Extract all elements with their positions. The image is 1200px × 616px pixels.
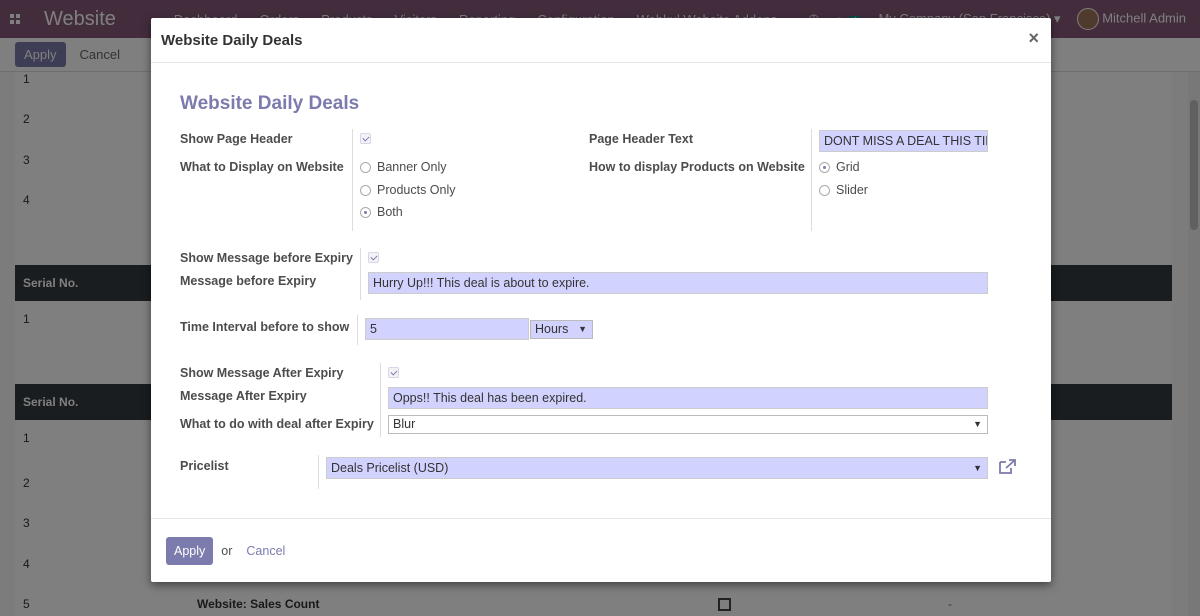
radio-products-only[interactable]: Products Only <box>360 183 456 197</box>
website-daily-deals-dialog: Website Daily Deals × Website Daily Deal… <box>151 18 1051 582</box>
time-unit-select[interactable]: Hours ▼ <box>530 320 593 339</box>
msg-after-label: Message After Expiry <box>180 389 307 403</box>
divider <box>380 363 381 437</box>
show-page-header-label: Show Page Header <box>180 132 293 146</box>
msg-after-input[interactable]: Opps!! This deal has been expired. <box>388 387 988 409</box>
modal-title: Website Daily Deals <box>161 31 303 49</box>
or-text: or <box>221 543 233 558</box>
radio-dot-selected <box>360 206 371 218</box>
pricelist-label: Pricelist <box>180 459 229 473</box>
divider <box>811 129 812 231</box>
caret-down-icon: ▼ <box>578 324 587 334</box>
what-to-display-label: What to Display on Website <box>180 160 344 174</box>
modal-footer: Apply or Cancel <box>151 518 1051 582</box>
close-icon[interactable]: × <box>1028 28 1039 49</box>
radio-label: Both <box>377 205 403 219</box>
pricelist-value: Deals Pricelist (USD) <box>331 461 449 475</box>
show-msg-before-label: Show Message before Expiry <box>180 251 353 265</box>
divider <box>357 315 358 345</box>
page-header-text-label: Page Header Text <box>589 132 693 146</box>
caret-down-icon: ▼ <box>973 419 982 429</box>
time-interval-input[interactable]: 5 <box>365 318 529 340</box>
radio-label: Products Only <box>377 183 456 197</box>
show-msg-after-label: Show Message After Expiry <box>180 366 344 380</box>
radio-label: Grid <box>836 160 860 174</box>
apply-button[interactable]: Apply <box>166 536 214 565</box>
page-header-text-input[interactable]: DONT MISS A DEAL THIS TIME <box>819 130 988 152</box>
after-expiry-action-value: Blur <box>393 417 416 431</box>
radio-banner-only[interactable]: Banner Only <box>360 160 446 174</box>
radio-grid[interactable]: Grid <box>819 160 860 174</box>
divider <box>360 248 361 300</box>
radio-dot <box>360 161 371 173</box>
form-title: Website Daily Deals <box>180 93 360 114</box>
radio-both[interactable]: Both <box>360 205 403 219</box>
modal-body: Website Daily Deals Show Page Header Pag… <box>151 63 1051 517</box>
caret-down-icon: ▼ <box>973 463 982 473</box>
show-page-header-checkbox[interactable] <box>360 133 371 144</box>
radio-label: Banner Only <box>377 160 447 174</box>
divider <box>352 129 353 231</box>
how-to-display-label: How to display Products on Website <box>589 160 805 174</box>
radio-slider[interactable]: Slider <box>819 183 868 197</box>
msg-before-input[interactable]: Hurry Up!!! This deal is about to expire… <box>368 272 988 294</box>
radio-dot <box>360 184 371 196</box>
show-msg-after-checkbox[interactable] <box>388 367 399 378</box>
msg-before-label: Message before Expiry <box>180 274 317 288</box>
modal-header: Website Daily Deals × <box>151 18 1051 63</box>
radio-dot <box>819 184 830 196</box>
after-expiry-action-label: What to do with deal after Expiry <box>180 417 374 431</box>
show-msg-before-checkbox[interactable] <box>368 252 379 263</box>
external-link-icon[interactable] <box>998 458 1017 475</box>
time-interval-label: Time Interval before to show <box>180 320 350 334</box>
pricelist-select[interactable]: Deals Pricelist (USD) ▼ <box>326 457 988 479</box>
radio-dot-selected <box>819 161 830 173</box>
radio-label: Slider <box>836 183 868 197</box>
time-unit-value: Hours <box>535 322 569 336</box>
after-expiry-action-select[interactable]: Blur ▼ <box>388 415 988 434</box>
cancel-button[interactable]: Cancel <box>246 544 285 558</box>
divider <box>318 455 319 489</box>
